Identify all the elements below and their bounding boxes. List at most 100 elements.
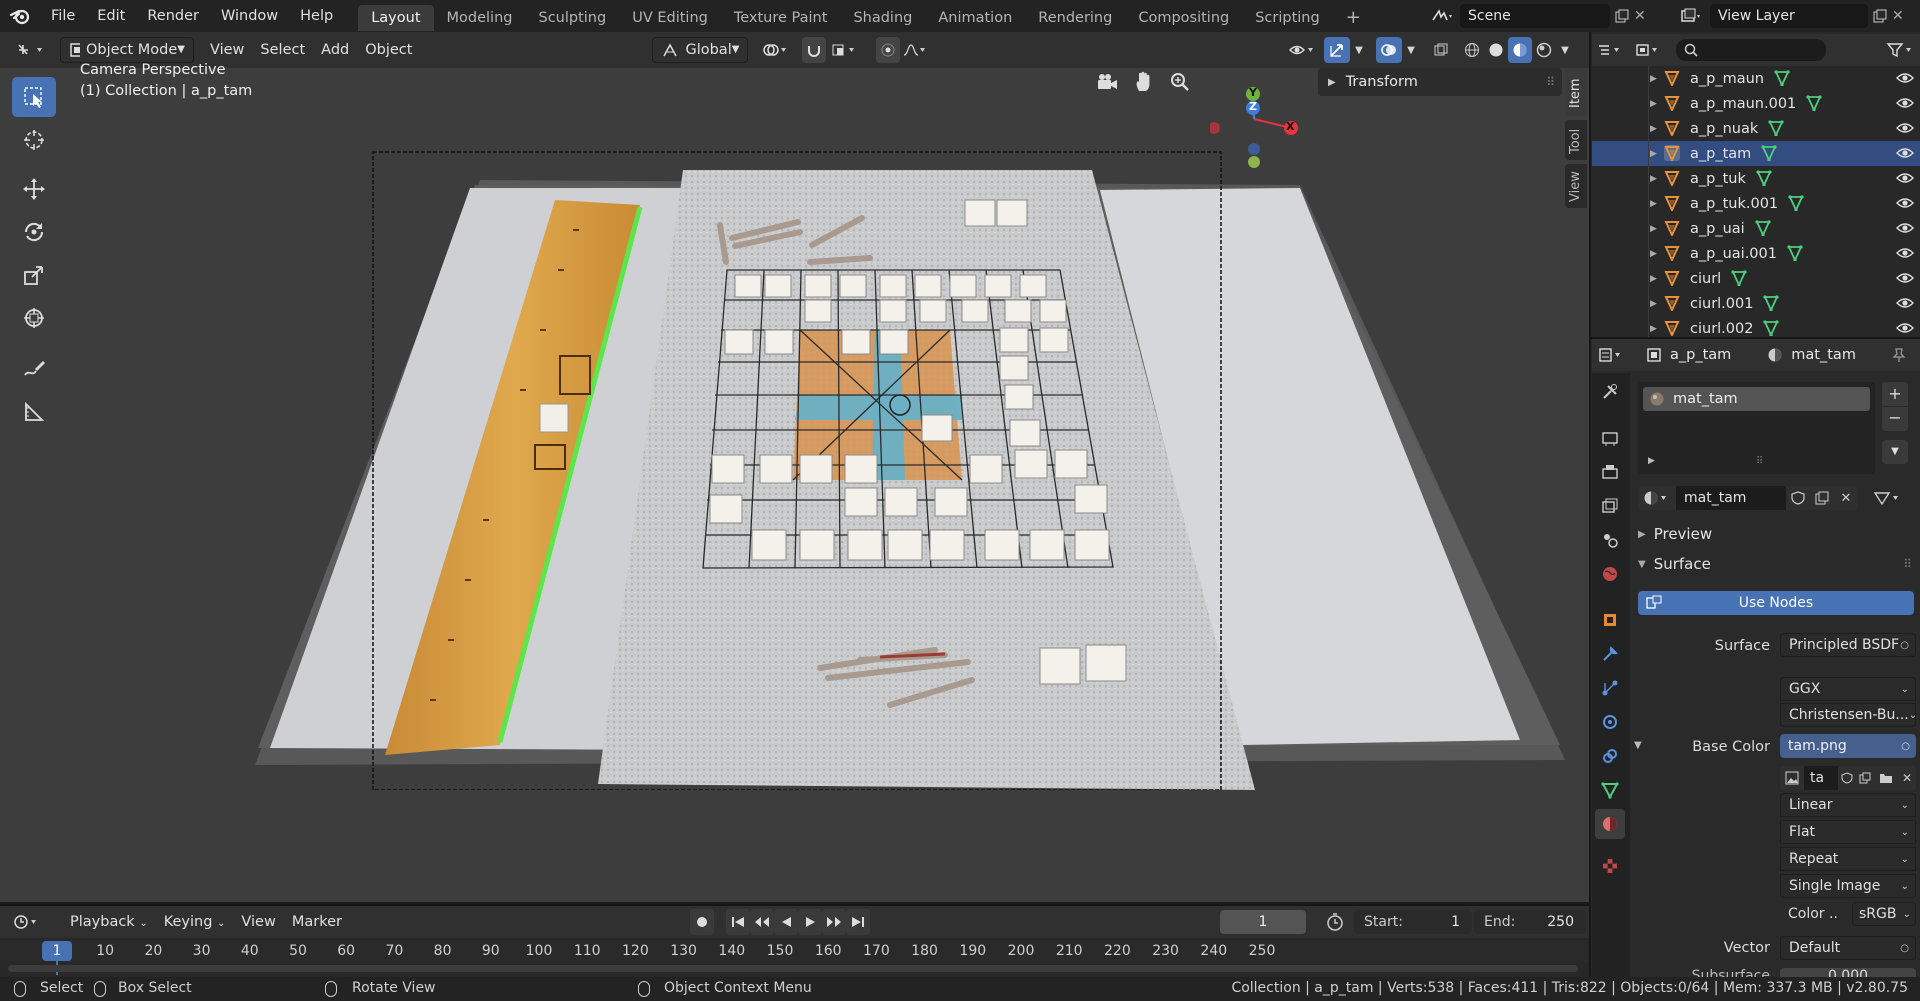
prev-keyframe-icon[interactable] bbox=[750, 909, 774, 935]
visibility-eye-icon[interactable] bbox=[1896, 122, 1914, 134]
menu-view[interactable]: View bbox=[202, 37, 252, 63]
playback-menu[interactable]: Playback ⌄ bbox=[62, 909, 156, 935]
texture-tab-icon[interactable] bbox=[1595, 851, 1625, 881]
transform-panel-header[interactable]: ▶ Transform ⠿ bbox=[1318, 68, 1562, 96]
unlink-material-icon[interactable]: ✕ bbox=[1834, 486, 1858, 510]
select-box-tool-icon[interactable] bbox=[12, 77, 56, 117]
tab-uv-editing[interactable]: UV Editing bbox=[619, 5, 721, 31]
chevron-right-icon[interactable]: ▶ bbox=[1650, 299, 1657, 309]
color-space-dropdown[interactable]: sRGB ⌄ bbox=[1852, 902, 1916, 926]
visibility-icon[interactable] bbox=[1286, 37, 1320, 63]
chevron-right-icon[interactable]: ▶ bbox=[1650, 124, 1657, 134]
editor-type-icon[interactable] bbox=[8, 909, 48, 935]
editor-type-icon[interactable] bbox=[1592, 342, 1632, 368]
start-frame-field[interactable]: Start: 1 bbox=[1354, 910, 1472, 934]
chevron-right-icon[interactable]: ▶ bbox=[1650, 199, 1657, 209]
visibility-eye-icon[interactable] bbox=[1896, 247, 1914, 259]
subsurface-field[interactable]: 0.000 bbox=[1780, 968, 1916, 977]
outliner-row[interactable]: ▶ ciurl bbox=[1592, 266, 1920, 291]
tab-compositing[interactable]: Compositing bbox=[1125, 5, 1242, 31]
output-tab-icon[interactable] bbox=[1595, 457, 1625, 487]
frame-ruler[interactable]: 1 10 20 30 40 50 60 70 80 90 100 110 120 130 140 150 160… bbox=[0, 940, 1589, 962]
current-frame-field[interactable]: 1 bbox=[1220, 910, 1306, 934]
rotate-tool-icon[interactable] bbox=[12, 212, 56, 252]
drag-handle-icon[interactable]: ⠿ bbox=[1903, 557, 1912, 571]
transform-tool-icon[interactable] bbox=[12, 298, 56, 338]
source-dropdown[interactable]: Single Image ⌄ bbox=[1780, 874, 1916, 898]
chevron-right-icon[interactable]: ▶ bbox=[1650, 274, 1657, 284]
menu-render[interactable]: Render bbox=[136, 0, 210, 32]
mode-dropdown[interactable]: Object Mode ▼ bbox=[60, 37, 194, 63]
outliner-row[interactable]: ▶ ciurl.001 bbox=[1592, 291, 1920, 316]
overlays-toggle-icon[interactable] bbox=[1376, 37, 1402, 63]
preview-range-icon[interactable] bbox=[1318, 910, 1352, 934]
chevron-right-icon[interactable]: ▶ bbox=[1650, 224, 1657, 234]
duplicate-image-icon[interactable] bbox=[1856, 766, 1874, 790]
menu-edit[interactable]: Edit bbox=[86, 0, 136, 32]
chevron-right-icon[interactable]: ▶ bbox=[1650, 324, 1657, 334]
visibility-eye-icon[interactable] bbox=[1896, 172, 1914, 184]
mesh-data-icon[interactable] bbox=[1787, 245, 1803, 261]
mesh-data-icon[interactable] bbox=[1806, 95, 1822, 111]
mesh-data-icon[interactable] bbox=[1763, 320, 1779, 336]
surface-section-header[interactable]: ▼ Surface ⠿ bbox=[1634, 550, 1916, 578]
chevron-right-icon[interactable]: ▶ bbox=[1650, 174, 1657, 184]
timeline-scrollbar[interactable] bbox=[8, 965, 1578, 972]
menu-file[interactable]: File bbox=[40, 0, 86, 32]
scene-render[interactable] bbox=[250, 140, 1580, 790]
visibility-eye-icon[interactable] bbox=[1896, 272, 1914, 284]
xray-toggle-icon[interactable] bbox=[1428, 37, 1454, 63]
resize-handle-icon[interactable]: ⠿ bbox=[1756, 456, 1763, 467]
base-color-link-field[interactable]: tam.png ○ bbox=[1780, 734, 1916, 758]
object-tab-icon[interactable] bbox=[1595, 605, 1625, 635]
chevron-right-icon[interactable]: ▶ bbox=[1650, 149, 1657, 159]
view-layer-name-field[interactable]: View Layer bbox=[1710, 4, 1868, 28]
remove-slot-button[interactable]: − bbox=[1882, 407, 1908, 431]
camera-view-icon[interactable] bbox=[1092, 66, 1124, 98]
scale-tool-icon[interactable] bbox=[12, 255, 56, 295]
menu-add[interactable]: Add bbox=[313, 37, 357, 63]
chevron-down-icon[interactable]: ▼ bbox=[1350, 37, 1368, 63]
play-reverse-icon[interactable] bbox=[774, 909, 798, 935]
visibility-eye-icon[interactable] bbox=[1896, 222, 1914, 234]
outliner-row[interactable]: ▶ a_p_nuak bbox=[1592, 116, 1920, 141]
blender-logo-icon[interactable] bbox=[0, 0, 40, 32]
mesh-data-icon[interactable] bbox=[1755, 220, 1771, 236]
outliner-row[interactable]: ▶ a_p_tam bbox=[1592, 141, 1920, 166]
end-frame-field[interactable]: End: 250 bbox=[1474, 910, 1586, 934]
material-slot-item[interactable]: mat_tam bbox=[1643, 387, 1870, 411]
tab-animation[interactable]: Animation bbox=[925, 5, 1025, 31]
scene-tab-icon[interactable] bbox=[1595, 525, 1625, 555]
pivot-point-icon[interactable] bbox=[756, 37, 796, 63]
visibility-eye-icon[interactable] bbox=[1896, 322, 1914, 334]
duplicate-material-icon[interactable] bbox=[1810, 486, 1834, 510]
mesh-data-icon[interactable] bbox=[1768, 120, 1784, 136]
chevron-right-icon[interactable]: ▶ bbox=[1650, 249, 1657, 259]
open-image-icon[interactable] bbox=[1874, 766, 1898, 790]
tab-scripting[interactable]: Scripting bbox=[1242, 5, 1332, 31]
tab-sculpting[interactable]: Sculpting bbox=[525, 5, 619, 31]
pan-view-icon[interactable] bbox=[1128, 66, 1160, 98]
outliner-row[interactable]: ▶ a_p_tuk bbox=[1592, 166, 1920, 191]
add-workspace-button[interactable]: + bbox=[1333, 5, 1374, 31]
fake-user-icon[interactable] bbox=[1838, 766, 1856, 790]
record-icon[interactable] bbox=[690, 909, 714, 935]
annotate-tool-icon[interactable] bbox=[12, 349, 56, 389]
visibility-eye-icon[interactable] bbox=[1896, 97, 1914, 109]
editor-type-icon[interactable] bbox=[8, 37, 54, 63]
outliner-row[interactable]: ▶ a_p_tuk.001 bbox=[1592, 191, 1920, 216]
delete-view-layer-icon[interactable]: ✕ bbox=[1892, 8, 1908, 24]
subsurface-method-dropdown[interactable]: Christensen-Bu... ⌄ bbox=[1780, 703, 1917, 727]
gizmo-toggle-icon[interactable] bbox=[1324, 37, 1350, 63]
zoom-view-icon[interactable] bbox=[1164, 66, 1196, 98]
outliner-row[interactable]: ▶ a_p_uai.001 bbox=[1592, 241, 1920, 266]
mesh-data-icon[interactable] bbox=[1756, 170, 1772, 186]
drag-handle-icon[interactable]: ⠿ bbox=[1546, 75, 1555, 89]
wireframe-shading-icon[interactable] bbox=[1460, 37, 1484, 63]
physics-tab-icon[interactable] bbox=[1595, 707, 1625, 737]
mesh-data-icon[interactable] bbox=[1731, 270, 1747, 286]
proportional-edit-icon[interactable] bbox=[876, 37, 901, 63]
data-tab-icon[interactable] bbox=[1595, 775, 1625, 805]
outliner-search-input[interactable] bbox=[1676, 39, 1826, 61]
rendered-shading-icon[interactable] bbox=[1532, 37, 1556, 63]
